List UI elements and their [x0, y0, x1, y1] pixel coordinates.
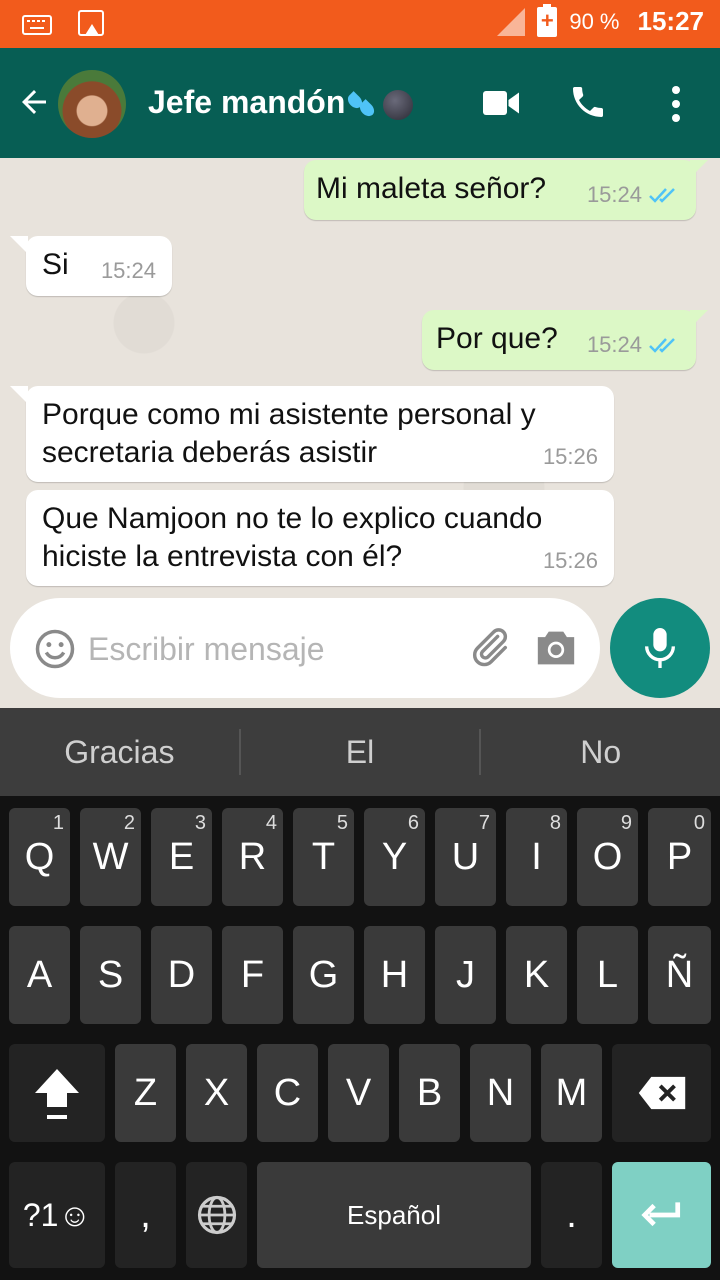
signal-icon [497, 7, 526, 36]
battery-percent: 90 % [569, 8, 620, 34]
contact-name-text: Jefe mandón [148, 84, 346, 120]
chat-header: Jefe mandón [0, 48, 720, 158]
battery-icon [537, 3, 558, 37]
language-key[interactable] [186, 1162, 247, 1268]
message-bubble-outgoing[interactable]: Mi maleta señor? 15:24 [304, 160, 696, 220]
key-u[interactable]: U7 [435, 808, 496, 906]
message-text-line: secretaria deberás asistir [42, 436, 378, 469]
clock: 15:27 [637, 6, 705, 36]
bubble-tail [10, 386, 28, 404]
key-z[interactable]: Z [115, 1044, 176, 1142]
message-text-line: Que Namjoon no te lo explico cuando [42, 502, 543, 535]
message-bubble-outgoing[interactable]: Por que? 15:24 [422, 310, 696, 370]
double-check-icon [649, 188, 675, 203]
key-q[interactable]: Q1 [9, 808, 70, 906]
key-c[interactable]: C [257, 1044, 318, 1142]
backspace-key[interactable] [612, 1044, 711, 1142]
message-text: Mi maleta señor? [316, 172, 547, 205]
suggestion-2[interactable]: El [241, 734, 480, 771]
key-d[interactable]: D [151, 926, 212, 1024]
message-bubble-incoming[interactable]: Si 15:24 [26, 236, 172, 296]
message-time: 15:26 [542, 444, 598, 469]
comma-key[interactable]: , [115, 1162, 176, 1268]
message-time: 15:24 [586, 182, 642, 207]
enter-icon [640, 1202, 680, 1227]
double-check-icon [649, 338, 675, 353]
key-b[interactable]: B [399, 1044, 460, 1142]
key-y[interactable]: Y6 [364, 808, 425, 906]
suggestion-1[interactable]: Gracias [0, 734, 239, 771]
key-enye[interactable]: Ñ [648, 926, 711, 1024]
back-arrow-icon[interactable] [16, 84, 52, 120]
key-j[interactable]: J [435, 926, 496, 1024]
message-text: Por que? [436, 322, 558, 355]
symbols-key[interactable]: ?1☺ [9, 1162, 105, 1268]
key-n[interactable]: N [470, 1044, 531, 1142]
message-time: 15:26 [542, 548, 598, 573]
key-t[interactable]: T5 [293, 808, 354, 906]
message-text: Si [42, 248, 69, 281]
message-time: 15:24 [100, 258, 156, 283]
key-g[interactable]: G [293, 926, 354, 1024]
key-r[interactable]: R4 [222, 808, 283, 906]
globe-icon [197, 1195, 236, 1235]
backspace-icon [638, 1076, 685, 1110]
image-icon [78, 10, 104, 36]
more-vert-icon[interactable] [664, 84, 688, 124]
bubble-tail [690, 310, 708, 328]
keyboard: Q1 W2 E3 R4 T5 Y6 U7 I8 O9 P0 A S D F G … [0, 796, 720, 1280]
space-key[interactable]: Español [257, 1162, 531, 1268]
message-composer [10, 598, 600, 698]
key-i[interactable]: I8 [506, 808, 567, 906]
message-text-line: Porque como mi asistente personal y [42, 398, 536, 431]
bubble-tail [690, 160, 708, 178]
key-s[interactable]: S [80, 926, 141, 1024]
sweat-droplets-emoji [345, 91, 379, 119]
suggestion-strip: Gracias El No [0, 708, 720, 796]
avatar[interactable] [58, 70, 126, 138]
camera-icon[interactable] [534, 628, 578, 668]
bubble-tail [10, 236, 28, 254]
key-k[interactable]: K [506, 926, 567, 1024]
shift-key[interactable] [9, 1044, 105, 1142]
video-call-icon[interactable] [482, 88, 520, 118]
phone-icon[interactable] [568, 82, 608, 122]
key-p[interactable]: P0 [648, 808, 711, 906]
mic-icon [645, 628, 675, 668]
key-h[interactable]: H [364, 926, 425, 1024]
period-key[interactable]: . [541, 1162, 602, 1268]
emoji-icon[interactable] [34, 628, 76, 670]
new-moon-face-emoji [383, 89, 414, 120]
contact-name[interactable]: Jefe mandón [148, 84, 414, 121]
message-bubble-incoming[interactable]: Que Namjoon no te lo explico cuando hici… [26, 490, 614, 586]
key-x[interactable]: X [186, 1044, 247, 1142]
key-a[interactable]: A [9, 926, 70, 1024]
key-e[interactable]: E3 [151, 808, 212, 906]
keyboard-icon [22, 15, 52, 35]
attach-icon[interactable] [466, 624, 512, 670]
status-bar: 90 % 15:27 [0, 0, 720, 48]
key-l[interactable]: L [577, 926, 638, 1024]
message-text-line: hiciste la entrevista con él? [42, 540, 403, 573]
enter-key[interactable] [612, 1162, 711, 1268]
message-time: 15:24 [586, 332, 642, 357]
mic-button[interactable] [610, 598, 710, 698]
message-bubble-incoming[interactable]: Porque como mi asistente personal y secr… [26, 386, 614, 482]
key-w[interactable]: W2 [80, 808, 141, 906]
key-m[interactable]: M [541, 1044, 602, 1142]
shift-icon [35, 1069, 79, 1119]
suggestion-3[interactable]: No [481, 734, 720, 771]
message-input[interactable] [88, 626, 448, 672]
key-f[interactable]: F [222, 926, 283, 1024]
key-o[interactable]: O9 [577, 808, 638, 906]
key-v[interactable]: V [328, 1044, 389, 1142]
